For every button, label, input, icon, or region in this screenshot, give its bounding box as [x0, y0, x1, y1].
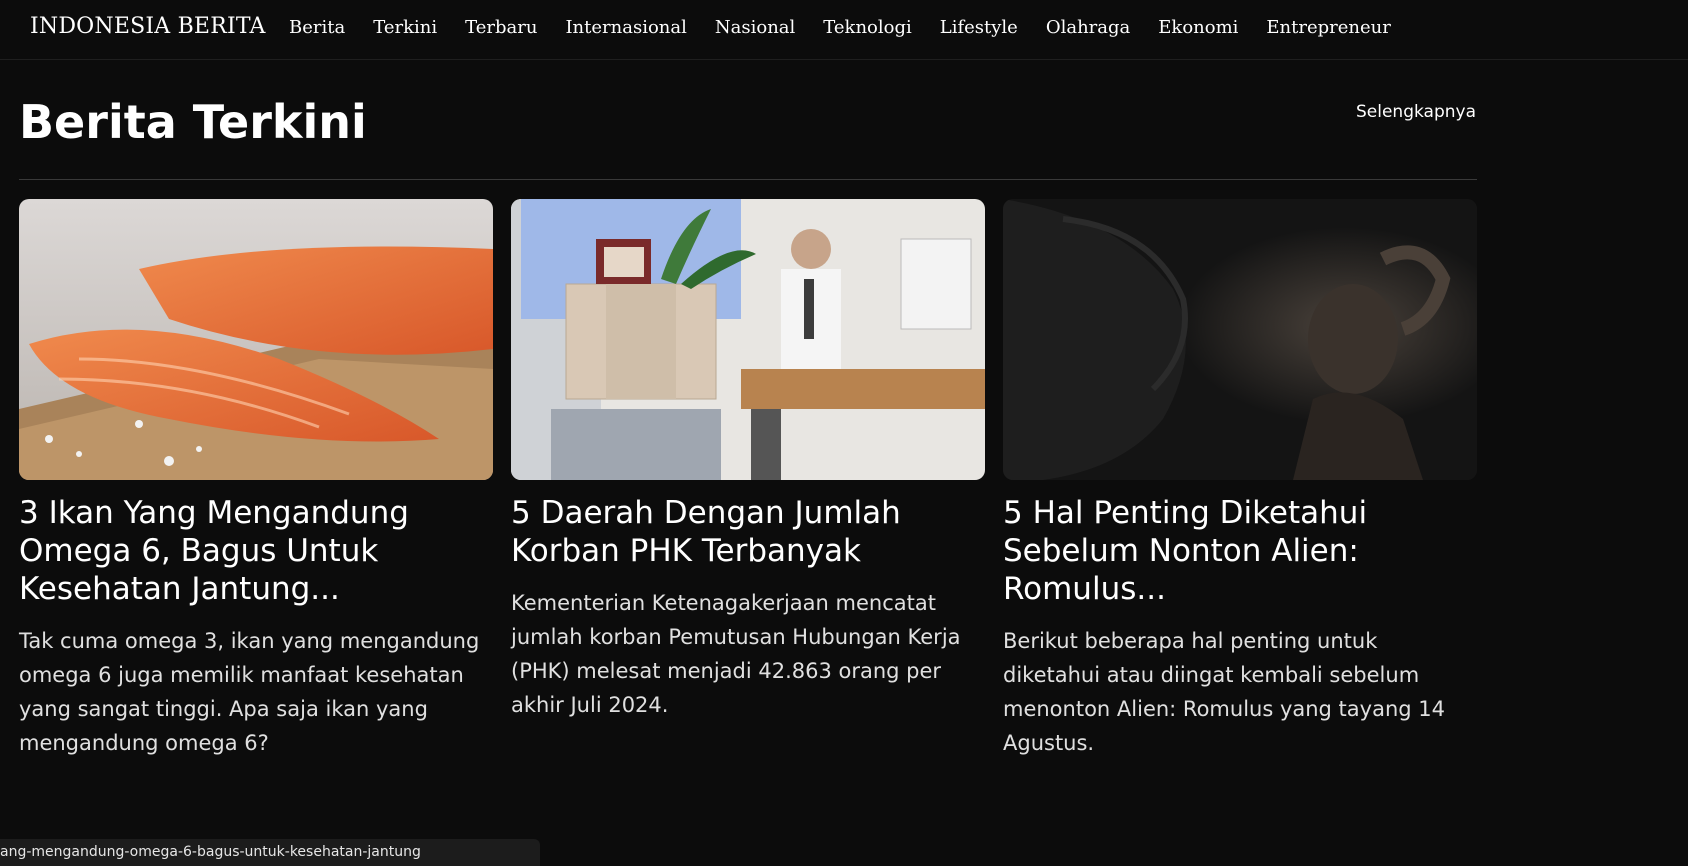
site-logo[interactable]: INDONESIA BERITA: [30, 14, 266, 39]
card-description: Kementerian Ketenagakerjaan mencatat jum…: [511, 591, 961, 717]
see-more-link[interactable]: Selengkapnya: [1356, 102, 1476, 122]
browser-status-bar: ang-mengandung-omega-6-bagus-untuk-keseh…: [0, 839, 540, 866]
card-thumbnail-office[interactable]: [511, 199, 985, 480]
nav-item-ekonomi[interactable]: Ekonomi: [1158, 17, 1238, 38]
news-card[interactable]: 5 Daerah Dengan Jumlah Korban PHK Terban…: [511, 199, 985, 760]
status-url: ang-mengandung-omega-6-bagus-untuk-keseh…: [0, 844, 421, 860]
nav-item-entrepreneur[interactable]: Entrepreneur: [1266, 17, 1390, 38]
section-divider: [19, 179, 1477, 180]
nav-item-lifestyle[interactable]: Lifestyle: [940, 17, 1018, 38]
salmon-image: [19, 199, 493, 480]
nav-item-teknologi[interactable]: Teknologi: [823, 17, 911, 38]
news-card[interactable]: 3 Ikan Yang Mengandung Omega 6, Bagus Un…: [19, 199, 493, 760]
card-title[interactable]: 5 Hal Penting Diketahui Sebelum Nonton A…: [1003, 494, 1477, 608]
card-thumbnail-alien[interactable]: [1003, 199, 1477, 480]
nav-menu: Berita Terkini Terbaru Internasional Nas…: [289, 17, 1419, 38]
card-description: Tak cuma omega 3, ikan yang mengandung o…: [19, 629, 480, 755]
card-title[interactable]: 5 Daerah Dengan Jumlah Korban PHK Terban…: [511, 494, 985, 570]
nav-item-olahraga[interactable]: Olahraga: [1046, 17, 1130, 38]
section-title: Berita Terkini: [19, 95, 367, 149]
news-card-list: 3 Ikan Yang Mengandung Omega 6, Bagus Un…: [19, 199, 1477, 760]
card-title[interactable]: 3 Ikan Yang Mengandung Omega 6, Bagus Un…: [19, 494, 493, 608]
top-navigation: INDONESIA BERITA Berita Terkini Terbaru …: [0, 0, 1688, 60]
news-card[interactable]: 5 Hal Penting Diketahui Sebelum Nonton A…: [1003, 199, 1477, 760]
nav-item-terkini[interactable]: Terkini: [373, 17, 437, 38]
card-description: Berikut beberapa hal penting untuk diket…: [1003, 629, 1445, 755]
nav-item-nasional[interactable]: Nasional: [715, 17, 795, 38]
office-worker-image: [511, 199, 985, 480]
alien-romulus-image: [1003, 199, 1477, 480]
card-thumbnail-salmon[interactable]: [19, 199, 493, 480]
nav-item-terbaru[interactable]: Terbaru: [465, 17, 537, 38]
nav-item-internasional[interactable]: Internasional: [565, 17, 686, 38]
nav-item-berita[interactable]: Berita: [289, 17, 345, 38]
